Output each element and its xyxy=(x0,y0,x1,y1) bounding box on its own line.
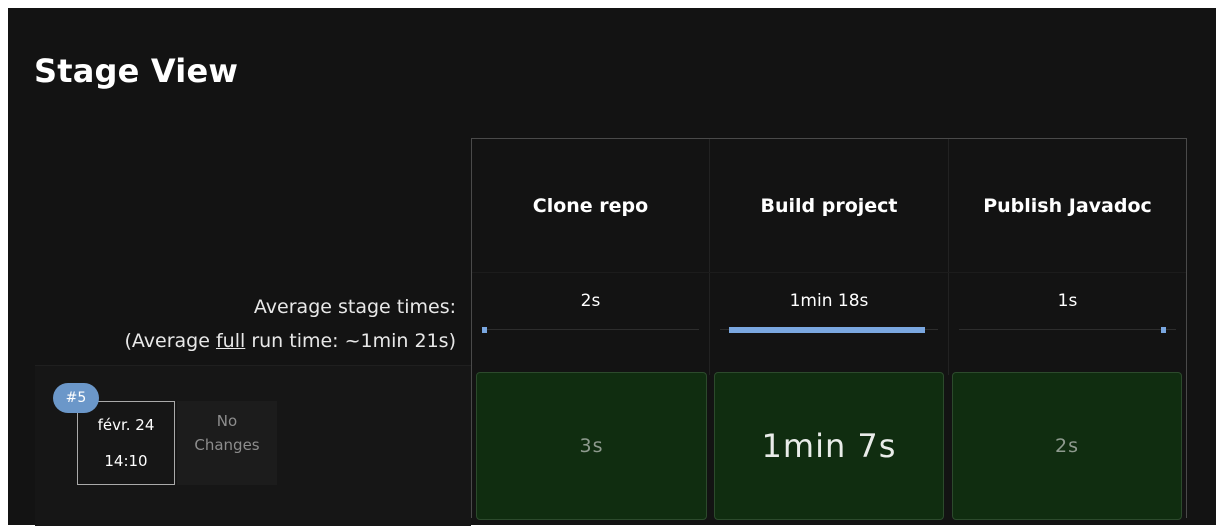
stage-table: Clone repo Build project Publish Javadoc… xyxy=(471,138,1187,520)
stage-result-build-project[interactable]: 1min 7s xyxy=(714,372,944,520)
avg-bar-publish-javadoc xyxy=(1161,327,1166,333)
avg-cell-clone-repo: 2s xyxy=(472,273,709,371)
changes-line1: No xyxy=(216,412,238,430)
build-number-badge[interactable]: #5 xyxy=(53,383,99,413)
stage-result-publish-javadoc[interactable]: 2s xyxy=(952,372,1182,520)
build-changes[interactable]: No Changes xyxy=(177,401,277,485)
page-title: Stage View xyxy=(34,52,239,90)
avg-track xyxy=(959,329,1176,330)
stage-duration: 3s xyxy=(579,435,604,457)
build-time: 14:10 xyxy=(104,452,148,470)
avg-track xyxy=(482,329,699,330)
avg-cell-publish-javadoc: 1s xyxy=(949,273,1186,371)
avg-time-build-project: 1min 18s xyxy=(789,291,869,311)
build-date-box[interactable]: févr. 24 14:10 xyxy=(77,401,175,485)
avg-time-publish-javadoc: 1s xyxy=(1057,291,1078,311)
avg-bar-build-project xyxy=(729,327,925,333)
avg-time-clone-repo: 2s xyxy=(580,291,601,311)
changes-line2: Changes xyxy=(194,436,260,454)
avg-cell-build-project: 1min 18s xyxy=(710,273,948,371)
average-stage-times-label: Average stage times: xyxy=(253,296,456,318)
build-date: févr. 24 xyxy=(97,416,155,434)
stage-result-clone-repo[interactable]: 3s xyxy=(476,372,707,520)
stage-header-build-project: Build project xyxy=(760,194,898,217)
average-run-prefix: (Average xyxy=(124,330,216,352)
avg-bar-clone-repo xyxy=(482,327,487,333)
full-run-link[interactable]: full xyxy=(216,330,245,352)
stage-header-clone-repo: Clone repo xyxy=(532,194,649,217)
stage-duration: 2s xyxy=(1055,435,1079,457)
stage-duration: 1min 7s xyxy=(761,427,897,465)
stage-header-publish-javadoc: Publish Javadoc xyxy=(983,194,1152,217)
average-full-run-time-label: (Average full run time: ~1min 21s) xyxy=(40,330,457,352)
average-run-suffix: run time: ~1min 21s) xyxy=(245,330,456,352)
